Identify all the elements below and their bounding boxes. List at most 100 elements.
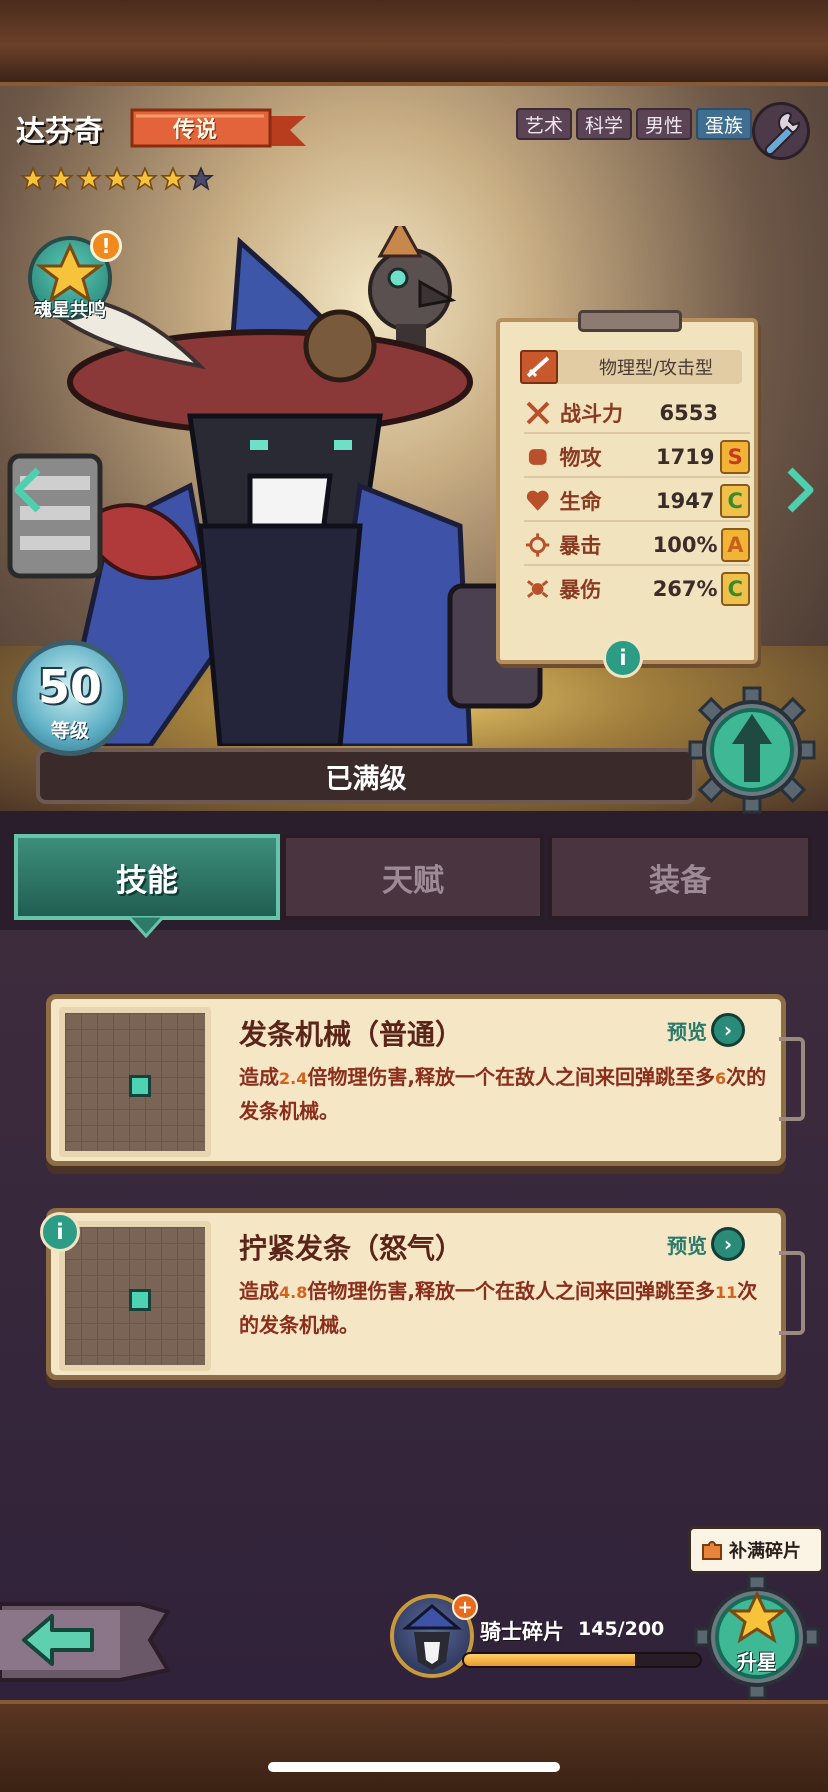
skill-info-button[interactable]: i: [40, 1212, 80, 1252]
stat-value: 6553: [659, 401, 718, 425]
level-bar: 已满级: [36, 748, 696, 804]
tab-skills[interactable]: 技能: [14, 834, 280, 920]
stat-name: 生命: [559, 490, 602, 514]
skill-icon: [59, 1221, 211, 1371]
rarity-label: 传说: [172, 118, 217, 143]
fill-shards-button[interactable]: 补满碎片: [688, 1526, 824, 1574]
skill-title: 发条机械（普通）: [239, 1018, 464, 1051]
star-up-label: 升星: [737, 1650, 777, 1674]
star-filled-icon: [132, 166, 158, 191]
skill-card[interactable]: 发条机械（普通） 预览 › 造成2.4倍物理伤害,释放一个在敌人之间来回弹跳至多…: [46, 994, 805, 1166]
preview-label: 预览: [667, 1019, 707, 1044]
prev-hero-chevron-icon[interactable]: [12, 466, 44, 514]
skill-description: 造成2.4倍物理伤害,释放一个在敌人之间来回弹跳至多6次的发条机械。: [239, 1065, 767, 1123]
tag-male: 男性: [636, 108, 693, 140]
star-filled-icon: [20, 166, 46, 191]
level-label: 等级: [50, 720, 89, 742]
skill-preview-button[interactable]: 预览 ›: [667, 1227, 745, 1261]
tab-equipment[interactable]: 装备: [548, 834, 812, 920]
tag-science: 科学: [576, 108, 633, 140]
tag-race: 蛋族: [696, 108, 753, 140]
resonance-label: 魂星共鸣: [34, 300, 106, 321]
tab-pointer-icon: [128, 916, 164, 938]
stat-grade: C: [720, 572, 750, 606]
skill-icon-marker: [129, 1075, 151, 1097]
stat-info-button[interactable]: i: [603, 638, 643, 678]
sword-icon: [520, 350, 558, 384]
stat-row-power: 战斗力 6553: [524, 394, 750, 434]
skill-card[interactable]: 拧紧发条（怒气） 预览 › 造成4.8倍物理伤害,释放一个在敌人之间来回弹跳至多…: [46, 1208, 805, 1380]
stat-row-crit: 暴击 100% A: [524, 526, 750, 566]
stat-name: 暴击: [559, 534, 602, 558]
star-rating: [20, 166, 214, 192]
bottom-frame: [0, 1700, 828, 1792]
alert-badge: !: [90, 230, 122, 262]
stat-name: 物攻: [559, 446, 602, 470]
combat-type-label: 物理型/攻击型: [598, 358, 714, 379]
gear-arrow-up-icon: [688, 686, 816, 814]
shard-count: 145/200: [578, 1618, 665, 1640]
preview-label: 预览: [667, 1233, 707, 1258]
card-hinge: [779, 1251, 805, 1335]
stat-row-crit-damage: 暴伤 267% C: [524, 570, 750, 608]
heart-icon: [526, 490, 549, 511]
back-arrow-icon: [0, 1602, 172, 1682]
max-level-label: 已满级: [325, 763, 407, 795]
skill-icon-marker: [129, 1289, 151, 1311]
wrench-icon: [764, 111, 801, 156]
fist-icon: [528, 449, 547, 465]
stat-grade: S: [720, 440, 750, 474]
stat-grade: A: [720, 528, 750, 562]
stat-row-hp: 生命 1947 C: [524, 482, 750, 522]
tab-bar: 技能 天赋 装备: [14, 834, 812, 924]
burst-icon: [525, 533, 550, 557]
add-shard-button[interactable]: +: [452, 1594, 478, 1620]
puzzle-icon: [702, 1541, 722, 1560]
chevron-right-icon: ›: [711, 1013, 745, 1047]
tag-art: 艺术: [516, 108, 573, 140]
star-filled-icon: [48, 166, 74, 191]
home-indicator[interactable]: [268, 1762, 560, 1772]
skill-title: 拧紧发条（怒气）: [239, 1232, 464, 1265]
star-filled-icon: [76, 166, 102, 191]
star-filled-icon: [104, 166, 130, 191]
fill-shards-label: 补满碎片: [729, 1541, 801, 1562]
level-badge: 50 等级: [12, 640, 128, 756]
wrench-button[interactable]: [752, 102, 810, 160]
skill-description: 造成4.8倍物理伤害,释放一个在敌人之间来回弹跳至多11次的发条机械。: [239, 1279, 758, 1337]
upgrade-button[interactable]: [688, 686, 816, 814]
rarity-banner: 传说: [130, 108, 306, 150]
gear-star-icon: [694, 1574, 820, 1700]
next-hero-chevron-icon[interactable]: [784, 466, 816, 514]
hero-tags: 艺术 科学 男性 蛋族: [516, 108, 753, 140]
mechanical-bird-icon: [368, 216, 457, 354]
card-clip: [578, 310, 682, 332]
skill-preview-button[interactable]: 预览 ›: [667, 1013, 745, 1047]
star-empty-icon: [188, 166, 214, 191]
splash-icon: [526, 580, 549, 598]
star-filled-icon: [160, 166, 186, 191]
hero-name: 达芬奇: [16, 114, 104, 148]
stat-card: 物理型/攻击型 战斗力 6553 物攻 1719 S 生命 1947 C 暴击 …: [496, 310, 758, 664]
star-up-button[interactable]: 升星: [694, 1574, 820, 1700]
shard-label: 骑士碎片: [480, 1620, 564, 1644]
soul-star-resonance-button[interactable]: ! 魂星共鸣: [22, 230, 122, 326]
back-button[interactable]: [0, 1592, 172, 1688]
tab-talents[interactable]: 天赋: [282, 834, 544, 920]
combat-type-row: 物理型/攻击型: [520, 350, 742, 384]
level-number: 50: [37, 660, 102, 714]
top-frame: [0, 0, 828, 86]
skill-icon: [59, 1007, 211, 1157]
card-hinge: [779, 1037, 805, 1121]
stat-name: 暴伤: [559, 578, 602, 602]
crossed-swords-icon: [526, 401, 550, 425]
stat-value: 100%: [652, 533, 718, 557]
stat-value: 267%: [652, 577, 718, 601]
stat-name: 战斗力: [560, 402, 623, 426]
stat-grade: C: [720, 484, 750, 518]
stat-value: 1947: [656, 489, 715, 513]
shard-progress: + 骑士碎片 145/200: [390, 1594, 710, 1684]
shard-progress-bar: [462, 1652, 702, 1668]
shard-progress-fill: [464, 1654, 636, 1666]
stat-value: 1719: [656, 445, 715, 469]
